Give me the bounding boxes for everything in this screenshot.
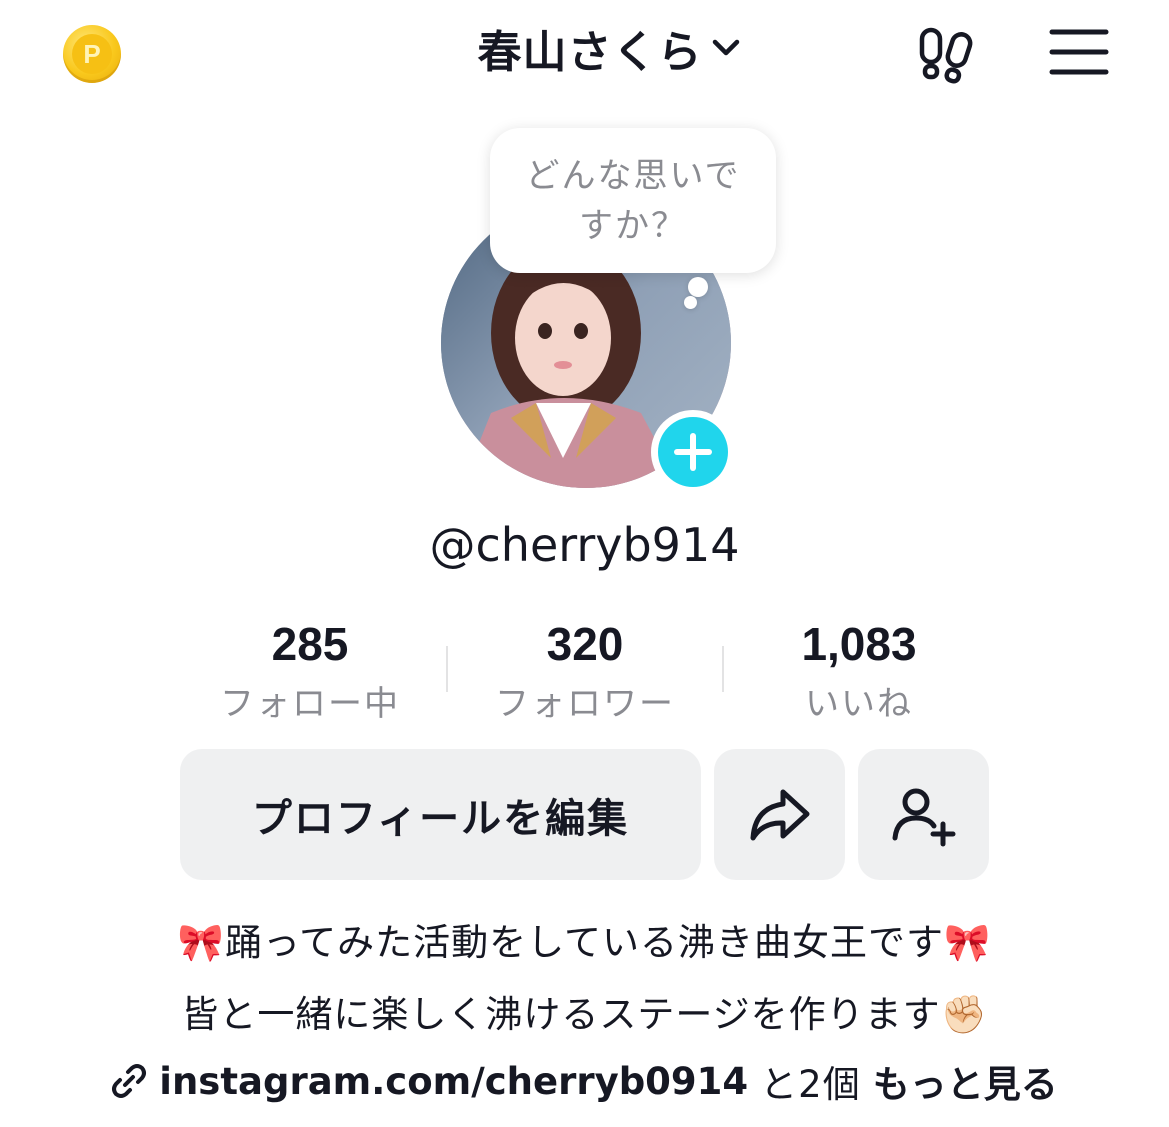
footprint-icon[interactable]	[912, 20, 982, 90]
stat-following-count: 285	[271, 618, 349, 670]
bio-link-url[interactable]: instagram.com/cherryb0914	[159, 1060, 748, 1103]
stat-following-label: フォロー中	[220, 684, 400, 724]
stat-likes-label: いいね	[805, 684, 913, 724]
username: @cherryb914	[429, 518, 740, 572]
plus-icon	[674, 433, 712, 471]
bio-see-more-button[interactable]: もっと見る	[873, 1054, 1058, 1108]
add-friend-button[interactable]	[858, 749, 989, 880]
stat-likes[interactable]: 1,083 いいね	[729, 612, 989, 732]
thought-bubble[interactable]: どんな思いですか？	[490, 128, 776, 273]
stat-likes-count: 1,083	[801, 618, 917, 670]
bio-line-1: 🎀踊ってみた活動をしている沸き曲女王です🎀	[177, 921, 992, 964]
add-avatar-button[interactable]	[651, 410, 735, 494]
share-profile-button[interactable]	[714, 749, 845, 880]
thought-bubble-text: どんな思いですか？	[525, 155, 741, 246]
stat-followers[interactable]: 320 フォロワー	[455, 612, 715, 732]
thought-bubble-dot	[688, 277, 708, 297]
thought-bubble-dot	[684, 296, 697, 309]
chevron-down-icon	[712, 39, 739, 56]
add-friend-icon	[892, 788, 955, 846]
link-icon	[112, 1064, 147, 1098]
edit-profile-button[interactable]: プロフィールを編集	[180, 749, 701, 880]
stat-following[interactable]: 285 フォロー中	[180, 612, 440, 732]
coin-icon[interactable]: P	[63, 25, 121, 83]
hamburger-menu-icon[interactable]	[1044, 24, 1114, 80]
edit-profile-label: プロフィールを編集	[251, 795, 630, 842]
account-switcher[interactable]: 春山さくら	[440, 12, 780, 84]
coin-letter: P	[72, 34, 112, 74]
stat-followers-label: フォロワー	[495, 684, 675, 724]
account-name: 春山さくら	[477, 27, 703, 78]
stat-divider	[446, 646, 448, 692]
bio-link-row: instagram.com/cherryb0914 と2個 もっと見る	[0, 1054, 1169, 1108]
stat-followers-count: 320	[546, 618, 624, 670]
stat-divider	[722, 646, 724, 692]
bio-link-extra[interactable]: と2個	[760, 1054, 861, 1108]
share-arrow-icon	[750, 789, 809, 840]
bio-line-2: 皆と一緒に楽しく沸けるステージを作ります✊🏻	[181, 993, 988, 1036]
